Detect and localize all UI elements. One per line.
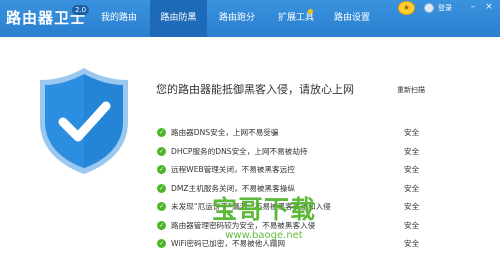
check-label: 路由器DNS安全，上网不易受骗 [171,128,279,137]
top-bar: 路由器卫士 2.0 我的路由 路由防黑 路由跑分 扩展工具 路由设置 ★ 登录 … [0,0,500,37]
tab-router-settings[interactable]: 路由设置 [326,0,378,37]
check-label: DHCP服务的DNS安全，上网不易被劫持 [171,146,308,156]
version-badge: 2.0 [72,5,90,15]
shield-check-icon [40,68,128,174]
tab-my-router[interactable]: 我的路由 [93,0,145,37]
avatar-icon [424,3,434,13]
check-icon: ✓ [157,220,166,230]
check-status: 安全 [404,165,420,174]
check-status: 安全 [404,128,420,137]
tab-router-protection[interactable]: 路由防黑 [150,0,207,37]
rescan-button[interactable]: 重新扫描 [397,85,425,95]
check-label: 未发现“厄运饼干”漏洞，不易被黑客攻击和入侵 [171,202,331,211]
tab-extension-tools-label: 扩展工具 [277,13,314,23]
check-label: DMZ主机服务关闭，不易被黑客操纵 [171,183,295,193]
check-status: 安全 [404,220,420,230]
check-status: 安全 [404,146,420,156]
check-icon: ✓ [157,202,166,211]
check-status: 安全 [404,183,420,193]
check-row-remote-web: ✓ 远程WEB管理关闭，不易被黑客远控 安全 [157,163,487,182]
check-row-dmz: ✓ DMZ主机服务关闭，不易被黑客操纵 安全 [157,182,487,201]
gift-icon[interactable]: ★ [398,1,415,15]
check-icon: ✓ [157,128,166,137]
minimize-button[interactable]: – [468,2,478,12]
check-list: ✓ 路由器DNS安全，上网不易受骗 安全 ✓ DHCP服务的DNS安全，上网不易… [157,126,487,256]
tab-router-benchmark[interactable]: 路由跑分 [212,0,262,37]
check-icon: ✓ [157,239,166,248]
check-status: 安全 [404,239,420,248]
check-label: 远程WEB管理关闭，不易被黑客远控 [171,165,295,174]
check-icon: ✓ [157,146,166,156]
close-button[interactable]: × [484,2,494,12]
login-link[interactable]: 登录 [438,3,452,13]
tab-extension-tools[interactable]: 扩展工具 [270,0,322,37]
status-headline: 您的路由器能抵御黑客入侵，请放心上网 [156,83,354,96]
check-row-dns: ✓ 路由器DNS安全，上网不易受骗 安全 [157,126,487,145]
check-row-dhcp-dns: ✓ DHCP服务的DNS安全，上网不易被劫持 安全 [157,145,487,164]
check-label: WiFi密码已加密，不易被他人蹭网 [171,239,286,248]
check-icon: ✓ [157,165,166,174]
check-label: 路由器管理密码较为安全，不易被黑客入侵 [171,220,316,230]
check-row-misfortune-cookie: ✓ 未发现“厄运饼干”漏洞，不易被黑客攻击和入侵 安全 [157,200,487,219]
check-row-wifi-password: ✓ WiFi密码已加密，不易被他人蹭网 安全 [157,237,487,256]
new-badge-dot [308,9,313,14]
check-status: 安全 [404,202,420,211]
check-icon: ✓ [157,183,166,193]
check-row-admin-password: ✓ 路由器管理密码较为安全，不易被黑客入侵 安全 [157,219,487,238]
